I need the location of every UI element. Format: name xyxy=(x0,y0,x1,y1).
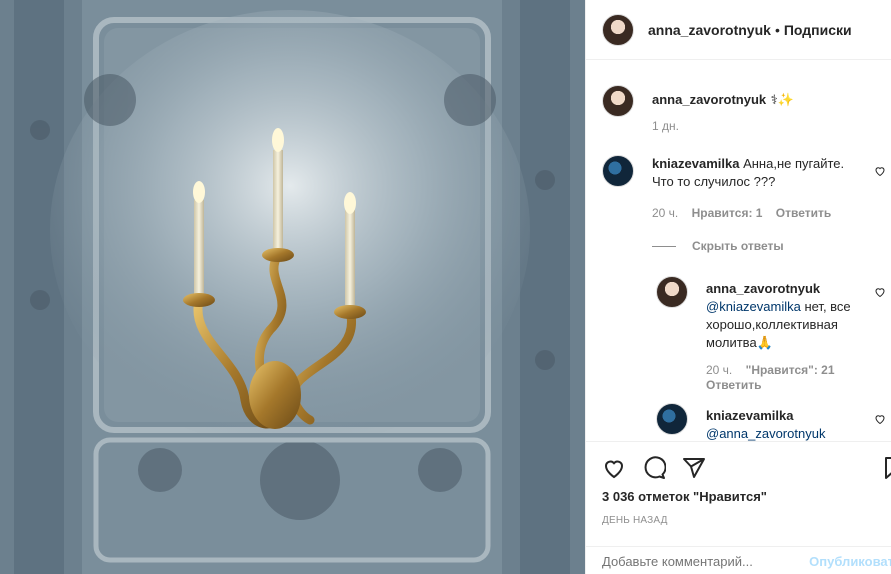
reply-username[interactable]: kniazevamilka xyxy=(706,407,876,425)
commenter-avatar[interactable] xyxy=(602,155,634,187)
comment-reply-button[interactable]: Ответить xyxy=(776,206,831,220)
post-date[interactable]: ДЕНЬ НАЗАД xyxy=(602,515,668,526)
caption-emoji: ⚕✨ xyxy=(770,92,794,107)
reply: kniazevamilka @anna_zavorotnyuk xyxy=(656,403,876,441)
comment-likes[interactable]: Нравится: 1 xyxy=(692,206,763,220)
comment-username[interactable]: kniazevamilka xyxy=(652,156,739,171)
post-photo[interactable] xyxy=(0,0,585,574)
comment-input[interactable] xyxy=(602,553,802,569)
comment-time: 20 ч. xyxy=(652,206,679,220)
comments-list[interactable]: anna_zavorotnyuk ⚕✨ 1 дн. kniazevamilka … xyxy=(586,61,891,441)
comment-icon[interactable] xyxy=(642,456,666,480)
caption-username[interactable]: anna_zavorotnyuk xyxy=(652,92,766,107)
comment-meta: 20 ч. Нравится: 1 Ответить xyxy=(652,206,831,220)
author-avatar[interactable] xyxy=(602,13,634,46)
reply-avatar[interactable] xyxy=(656,403,688,435)
reply: anna_zavorotnyuk @kniazevamilka нет, все… xyxy=(656,276,876,352)
reply-like-icon[interactable] xyxy=(874,413,886,425)
bookmark-icon[interactable] xyxy=(882,456,891,480)
reply-like-icon[interactable] xyxy=(874,286,886,298)
instagram-post: anna_zavorotnyuk • Подписки anna_zavorot… xyxy=(0,0,891,574)
hide-replies-line xyxy=(652,246,676,248)
reply-mention[interactable]: @anna_zavorotnyuk xyxy=(706,426,825,441)
publish-button[interactable]: Опубликовать xyxy=(809,554,891,569)
caption-time: 1 дн. xyxy=(652,119,679,133)
hide-replies-button[interactable]: Скрыть ответы xyxy=(652,239,784,253)
reply-likes[interactable]: "Нравится": 21 xyxy=(746,363,835,377)
caption-avatar[interactable] xyxy=(602,85,634,117)
reply-meta: 20 ч. "Нравится": 21 Ответить xyxy=(706,363,866,393)
following-button[interactable]: Подписки xyxy=(784,22,852,38)
comment-like-icon[interactable] xyxy=(874,165,886,177)
reply-time: 20 ч. xyxy=(706,363,733,377)
sconce-photo xyxy=(0,0,585,574)
hide-replies-label: Скрыть ответы xyxy=(692,239,784,253)
header-separator: • xyxy=(774,21,780,38)
reply-avatar[interactable] xyxy=(656,276,688,308)
post-actions: 3 036 отметок "Нравится" ДЕНЬ НАЗАД Опуб… xyxy=(586,441,891,574)
post-header: anna_zavorotnyuk • Подписки xyxy=(586,0,891,60)
reply-reply-button[interactable]: Ответить xyxy=(706,378,761,392)
likes-count[interactable]: 3 036 отметок "Нравится" xyxy=(602,489,767,504)
comment: kniazevamilka Анна,не пугайте. Что то сл… xyxy=(602,155,862,191)
reply-mention[interactable]: @kniazevamilka xyxy=(706,299,801,314)
reply-username[interactable]: anna_zavorotnyuk xyxy=(706,280,876,298)
author-username[interactable]: anna_zavorotnyuk xyxy=(648,22,771,38)
share-icon[interactable] xyxy=(682,456,706,480)
post-sidebar: anna_zavorotnyuk • Подписки anna_zavorot… xyxy=(585,0,891,574)
add-comment-bar: Опубликовать xyxy=(586,546,891,574)
caption: anna_zavorotnyuk ⚕✨ xyxy=(602,85,794,117)
heart-icon[interactable] xyxy=(602,456,626,480)
